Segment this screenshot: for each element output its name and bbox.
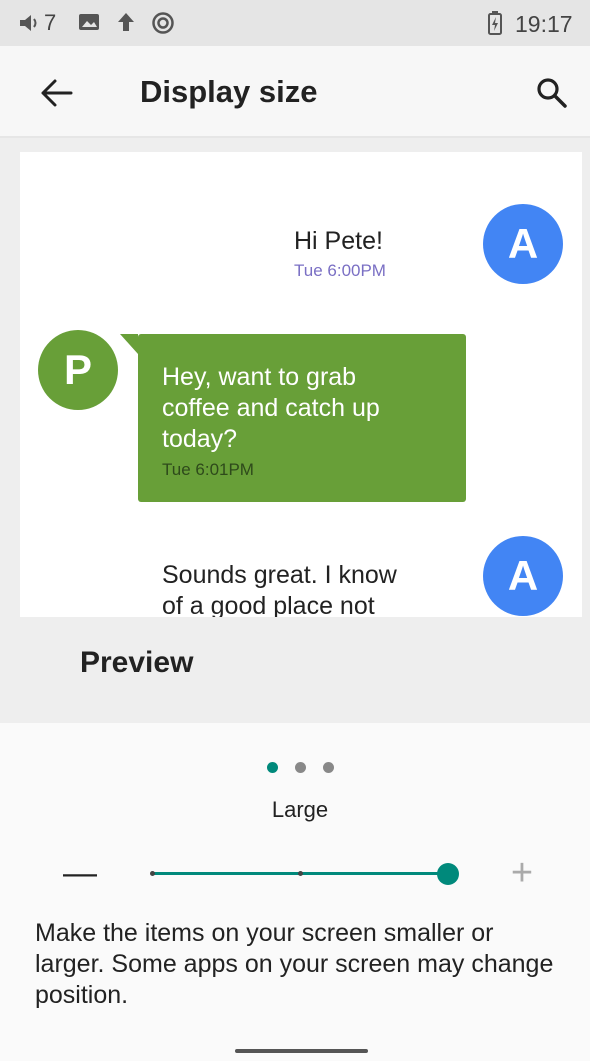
message-text: Sounds great. I know (162, 561, 397, 589)
volume-level-text: 7 (44, 10, 57, 35)
upload-icon (118, 13, 134, 31)
page-indicator-dot[interactable] (267, 762, 278, 773)
image-icon (79, 14, 99, 30)
message-bubble: Hey, want to grab coffee and catch up to… (138, 334, 466, 502)
description-text: Make the items on your screen smaller or… (35, 919, 554, 1009)
message-text: today? (162, 425, 238, 453)
arrow-left-icon[interactable] (40, 78, 74, 108)
volume-icon (20, 15, 37, 31)
page-indicator-dot[interactable] (295, 762, 306, 773)
app-bar: Display size (0, 46, 590, 139)
avatar-initial: A (507, 552, 539, 599)
gesture-nav-bar[interactable] (235, 1049, 368, 1053)
message-timestamp: Tue 6:01PM (162, 460, 254, 479)
increase-size-button[interactable]: + (497, 848, 547, 898)
message-bubble-tail (120, 334, 138, 354)
avatar-initial: P (63, 346, 92, 393)
slider-tick (298, 871, 303, 876)
size-label: Large (271, 797, 329, 822)
avatar: P (38, 330, 118, 410)
clock-text: 19:17 (515, 11, 573, 37)
status-bar: 7 19:17 (0, 0, 590, 46)
message-text: Hi Pete! (294, 227, 383, 255)
avatar: A (483, 204, 563, 284)
preview-label: Preview (80, 646, 194, 679)
slider-thumb[interactable] (437, 863, 459, 885)
preview-card[interactable]: A Hi Pete! Tue 6:00PM P Hey, want to gra… (20, 152, 582, 617)
message-text: coffee and catch up (162, 394, 380, 422)
page-title: Display size (140, 74, 318, 109)
sync-icon (152, 12, 174, 34)
message-timestamp: Tue 6:00PM (294, 261, 386, 280)
message-text: of a good place not (162, 592, 375, 617)
decrease-size-button[interactable]: — (55, 848, 105, 898)
message-text: Hey, want to grab (162, 363, 357, 391)
avatar: A (483, 536, 563, 616)
battery-charging-icon (488, 11, 502, 35)
slider-tick (150, 871, 155, 876)
search-icon[interactable] (535, 76, 569, 110)
page-indicator-dot[interactable] (323, 762, 334, 773)
avatar-initial: A (507, 220, 539, 267)
